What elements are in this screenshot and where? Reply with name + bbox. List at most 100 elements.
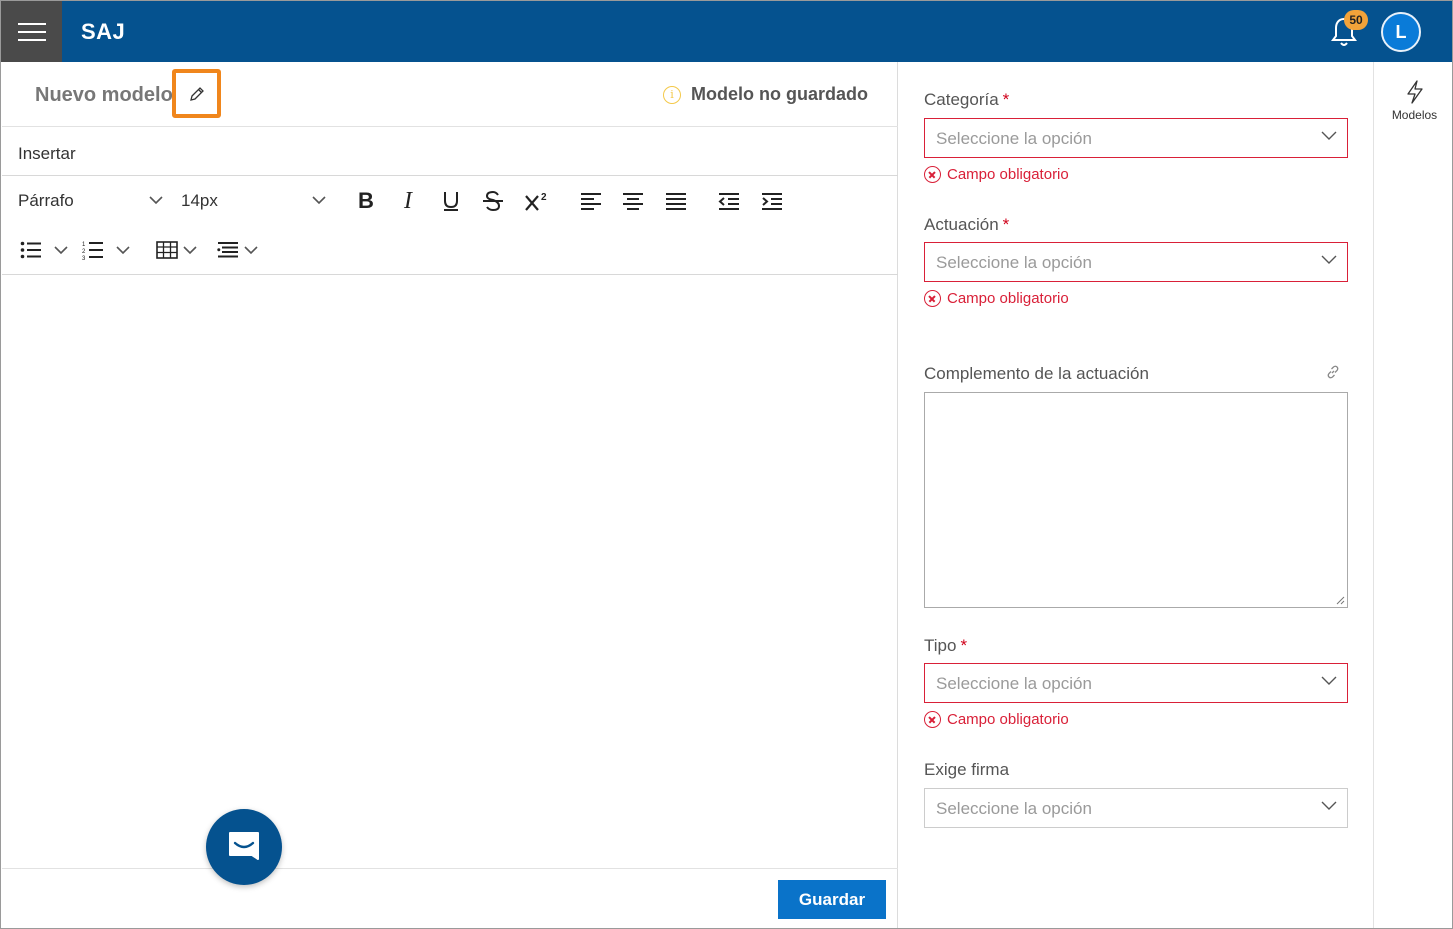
editor-panel: Nuevo modelo i Modelo no guardado Insert…	[2, 62, 898, 928]
svg-text:2: 2	[541, 192, 547, 203]
edit-title-button[interactable]	[172, 69, 221, 118]
tipo-label: Tipo *	[924, 636, 967, 656]
info-icon: i	[663, 86, 681, 104]
actuacion-label-text: Actuación	[924, 215, 999, 234]
error-icon	[924, 166, 941, 183]
form-panel: Categoría * Seleccione la opción Campo ob…	[899, 62, 1373, 928]
title-row: Nuevo modelo i Modelo no guardado	[2, 62, 898, 127]
align-center-button[interactable]	[618, 186, 648, 216]
editor-menubar: Insertar	[2, 127, 898, 176]
exige-firma-select[interactable]: Seleccione la opción	[924, 788, 1348, 828]
chevron-down-icon	[1321, 131, 1337, 140]
outdent-icon	[718, 193, 739, 210]
chat-launcher-button[interactable]	[206, 809, 282, 885]
app-window: SAJ 50 L Nuevo modelo i Modelo no guarda…	[0, 0, 1453, 929]
bullet-list-icon	[20, 241, 41, 259]
notification-badge: 50	[1344, 10, 1368, 30]
categoria-error: Campo obligatorio	[924, 166, 1069, 183]
numbered-list-button[interactable]: 123	[78, 235, 134, 265]
actuacion-label: Actuación *	[924, 215, 1009, 235]
rail-item-modelos-label: Modelos	[1391, 108, 1438, 122]
tipo-select[interactable]: Seleccione la opción	[924, 663, 1348, 703]
chevron-down-icon	[312, 196, 326, 205]
avatar[interactable]: L	[1381, 12, 1421, 52]
link-icon[interactable]	[1326, 365, 1340, 379]
actuacion-error: Campo obligatorio	[924, 290, 1069, 307]
editor-toolbar: Párrafo 14px B I 2 1 2 3	[2, 176, 898, 275]
align-justify-icon	[666, 193, 686, 210]
tipo-error: Campo obligatorio	[924, 711, 1069, 728]
align-justify-button[interactable]	[661, 186, 691, 216]
align-center-icon	[623, 193, 643, 210]
chat-icon	[229, 832, 259, 860]
indent-button[interactable]	[757, 186, 787, 216]
actuacion-select[interactable]: Seleccione la opción	[924, 242, 1348, 282]
bold-button[interactable]: B	[351, 186, 381, 216]
bold-icon: B	[358, 188, 374, 213]
chevron-down-icon	[149, 196, 163, 205]
required-marker: *	[1002, 215, 1010, 234]
numbered-list-icon: 123	[82, 242, 103, 260]
save-status: Modelo no guardado	[691, 84, 868, 104]
menu-insert[interactable]: Insertar	[18, 144, 76, 164]
right-rail: Modelos	[1373, 62, 1452, 928]
font-size-value: 14px	[181, 191, 218, 210]
categoria-placeholder: Seleccione la opción	[936, 129, 1092, 148]
chevron-down-icon	[1321, 801, 1337, 810]
chevron-down-icon	[116, 246, 130, 255]
table-button[interactable]	[151, 235, 201, 265]
align-left-icon	[581, 193, 601, 210]
save-button[interactable]: Guardar	[778, 880, 886, 919]
underline-button[interactable]	[436, 186, 466, 216]
lightning-icon	[1407, 80, 1423, 104]
complemento-label: Complemento de la actuación	[924, 364, 1149, 383]
chevron-down-icon	[1321, 676, 1337, 685]
model-title: Nuevo modelo	[35, 84, 173, 106]
svg-text:3: 3	[82, 256, 86, 260]
svg-text:1: 1	[82, 242, 86, 248]
superscript-icon: 2	[525, 192, 547, 211]
chevron-down-icon	[54, 246, 68, 255]
categoria-select[interactable]: Seleccione la opción	[924, 118, 1348, 158]
align-left-button[interactable]	[576, 186, 606, 216]
categoria-label: Categoría *	[924, 90, 1009, 110]
paragraph-format-select[interactable]: Párrafo	[18, 188, 168, 214]
hamburger-icon	[17, 22, 46, 41]
superscript-button[interactable]: 2	[522, 186, 552, 216]
font-size-select[interactable]: 14px	[181, 188, 331, 214]
required-marker: *	[960, 636, 968, 655]
brand-logo: SAJ	[81, 19, 126, 44]
exige-firma-label: Exige firma	[924, 760, 1010, 779]
strikethrough-button[interactable]	[478, 186, 508, 216]
error-icon	[924, 290, 941, 307]
categoria-label-text: Categoría	[924, 90, 999, 109]
table-icon	[155, 241, 178, 259]
error-icon	[924, 711, 941, 728]
editor-footer: Guardar	[2, 868, 898, 928]
tipo-error-text: Campo obligatorio	[947, 711, 1069, 728]
complemento-textarea[interactable]	[924, 392, 1348, 608]
strikethrough-icon	[483, 190, 503, 212]
rail-item-modelos[interactable]: Modelos	[1374, 78, 1452, 128]
paragraph-format-value: Párrafo	[18, 191, 74, 210]
italic-button[interactable]: I	[393, 186, 423, 216]
bullet-list-button[interactable]	[16, 235, 72, 265]
list-style-icon	[216, 242, 238, 258]
tipo-placeholder: Seleccione la opción	[936, 674, 1092, 693]
indent-icon	[762, 193, 782, 210]
tipo-label-text: Tipo	[924, 636, 957, 655]
outdent-button[interactable]	[714, 186, 744, 216]
chevron-down-icon	[182, 246, 197, 255]
required-marker: *	[1002, 90, 1010, 109]
hamburger-menu-button[interactable]	[1, 1, 62, 62]
categoria-error-text: Campo obligatorio	[947, 166, 1069, 183]
list-style-button[interactable]	[212, 235, 262, 265]
underline-icon	[444, 192, 458, 211]
exige-firma-placeholder: Seleccione la opción	[936, 799, 1092, 818]
top-bar: SAJ 50 L	[1, 1, 1452, 62]
actuacion-error-text: Campo obligatorio	[947, 290, 1069, 307]
editor-content-area[interactable]	[2, 276, 897, 868]
actuacion-placeholder: Seleccione la opción	[936, 253, 1092, 272]
chevron-down-icon	[243, 246, 258, 255]
chevron-down-icon	[1321, 255, 1337, 264]
